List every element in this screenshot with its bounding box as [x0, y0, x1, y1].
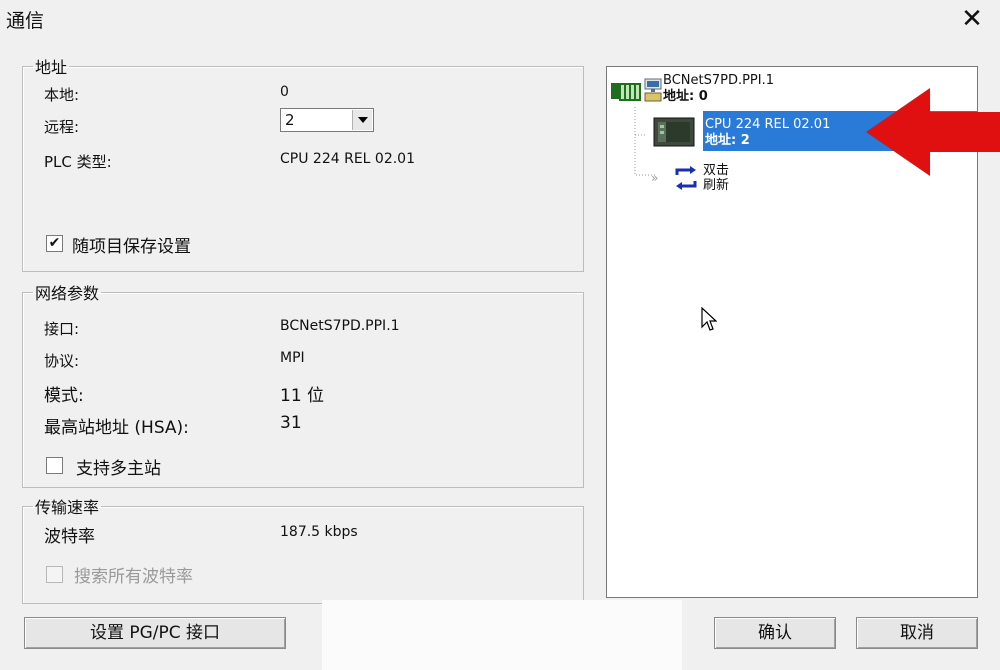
close-button[interactable]: ✕ [954, 4, 990, 34]
plc-type-value: CPU 224 REL 02.01 [280, 151, 415, 167]
refresh-icon[interactable] [671, 163, 701, 193]
transfer-group: 传输速率 [22, 494, 584, 604]
multi-master-checkbox[interactable] [46, 457, 63, 474]
network-legend: 网络参数 [35, 284, 100, 303]
interface-value: BCNetS7PD.PPI.1 [280, 318, 400, 334]
hsa-label: 最高站地址 (HSA): [44, 418, 189, 438]
double-click-arrow-icon: » [651, 171, 659, 185]
baud-label: 波特率 [44, 527, 95, 547]
save-with-project-label: 随项目保存设置 [72, 237, 191, 257]
local-label: 本地: [44, 86, 80, 104]
cpu-node-name[interactable]: CPU 224 REL 02.01 [705, 117, 830, 132]
transfer-legend: 传输速率 [35, 498, 100, 517]
address-legend: 地址 [35, 58, 68, 77]
multi-master-label: 支持多主站 [76, 459, 161, 479]
refresh-node-line2[interactable]: 刷新 [703, 178, 729, 193]
mode-label: 模式: [44, 386, 84, 406]
blank-area [322, 600, 682, 670]
set-pgpc-interface-button[interactable]: 设置 PG/PC 接口 [24, 617, 286, 649]
search-all-baud-label: 搜索所有波特率 [74, 567, 193, 587]
root-node-name[interactable]: BCNetS7PD.PPI.1 [663, 73, 774, 88]
save-with-project-checkbox[interactable]: ✔ [46, 235, 63, 252]
protocol-value: MPI [280, 350, 305, 366]
hsa-value: 31 [280, 413, 302, 433]
ok-button[interactable]: 确认 [714, 617, 836, 649]
remote-label: 远程: [44, 118, 80, 136]
remote-address-dropdown[interactable]: 2 [280, 108, 374, 132]
mode-value: 11 位 [280, 386, 325, 406]
plc-type-label: PLC 类型: [44, 153, 112, 171]
baud-value: 187.5 kbps [280, 524, 358, 540]
mouse-cursor-icon [701, 306, 718, 337]
local-value: 0 [280, 84, 289, 100]
cancel-button[interactable]: 取消 [856, 617, 978, 649]
cpu-node-address[interactable]: 地址: 2 [705, 133, 750, 148]
search-all-baud-checkbox[interactable] [46, 566, 63, 583]
remote-address-value: 2 [285, 111, 295, 129]
protocol-label: 协议: [44, 352, 80, 370]
refresh-node-line1[interactable]: 双击 [703, 163, 729, 178]
window-title: 通信 [6, 10, 45, 32]
dropdown-arrow-icon[interactable] [352, 110, 372, 130]
red-annotation-arrow-icon [866, 88, 1000, 176]
interface-label: 接口: [44, 320, 80, 338]
plc-cpu-icon[interactable] [653, 115, 695, 149]
root-node-address[interactable]: 地址: 0 [663, 89, 708, 104]
pc-adapter-icon[interactable] [611, 77, 663, 103]
title-bar: 通信 ✕ [0, 0, 1000, 38]
